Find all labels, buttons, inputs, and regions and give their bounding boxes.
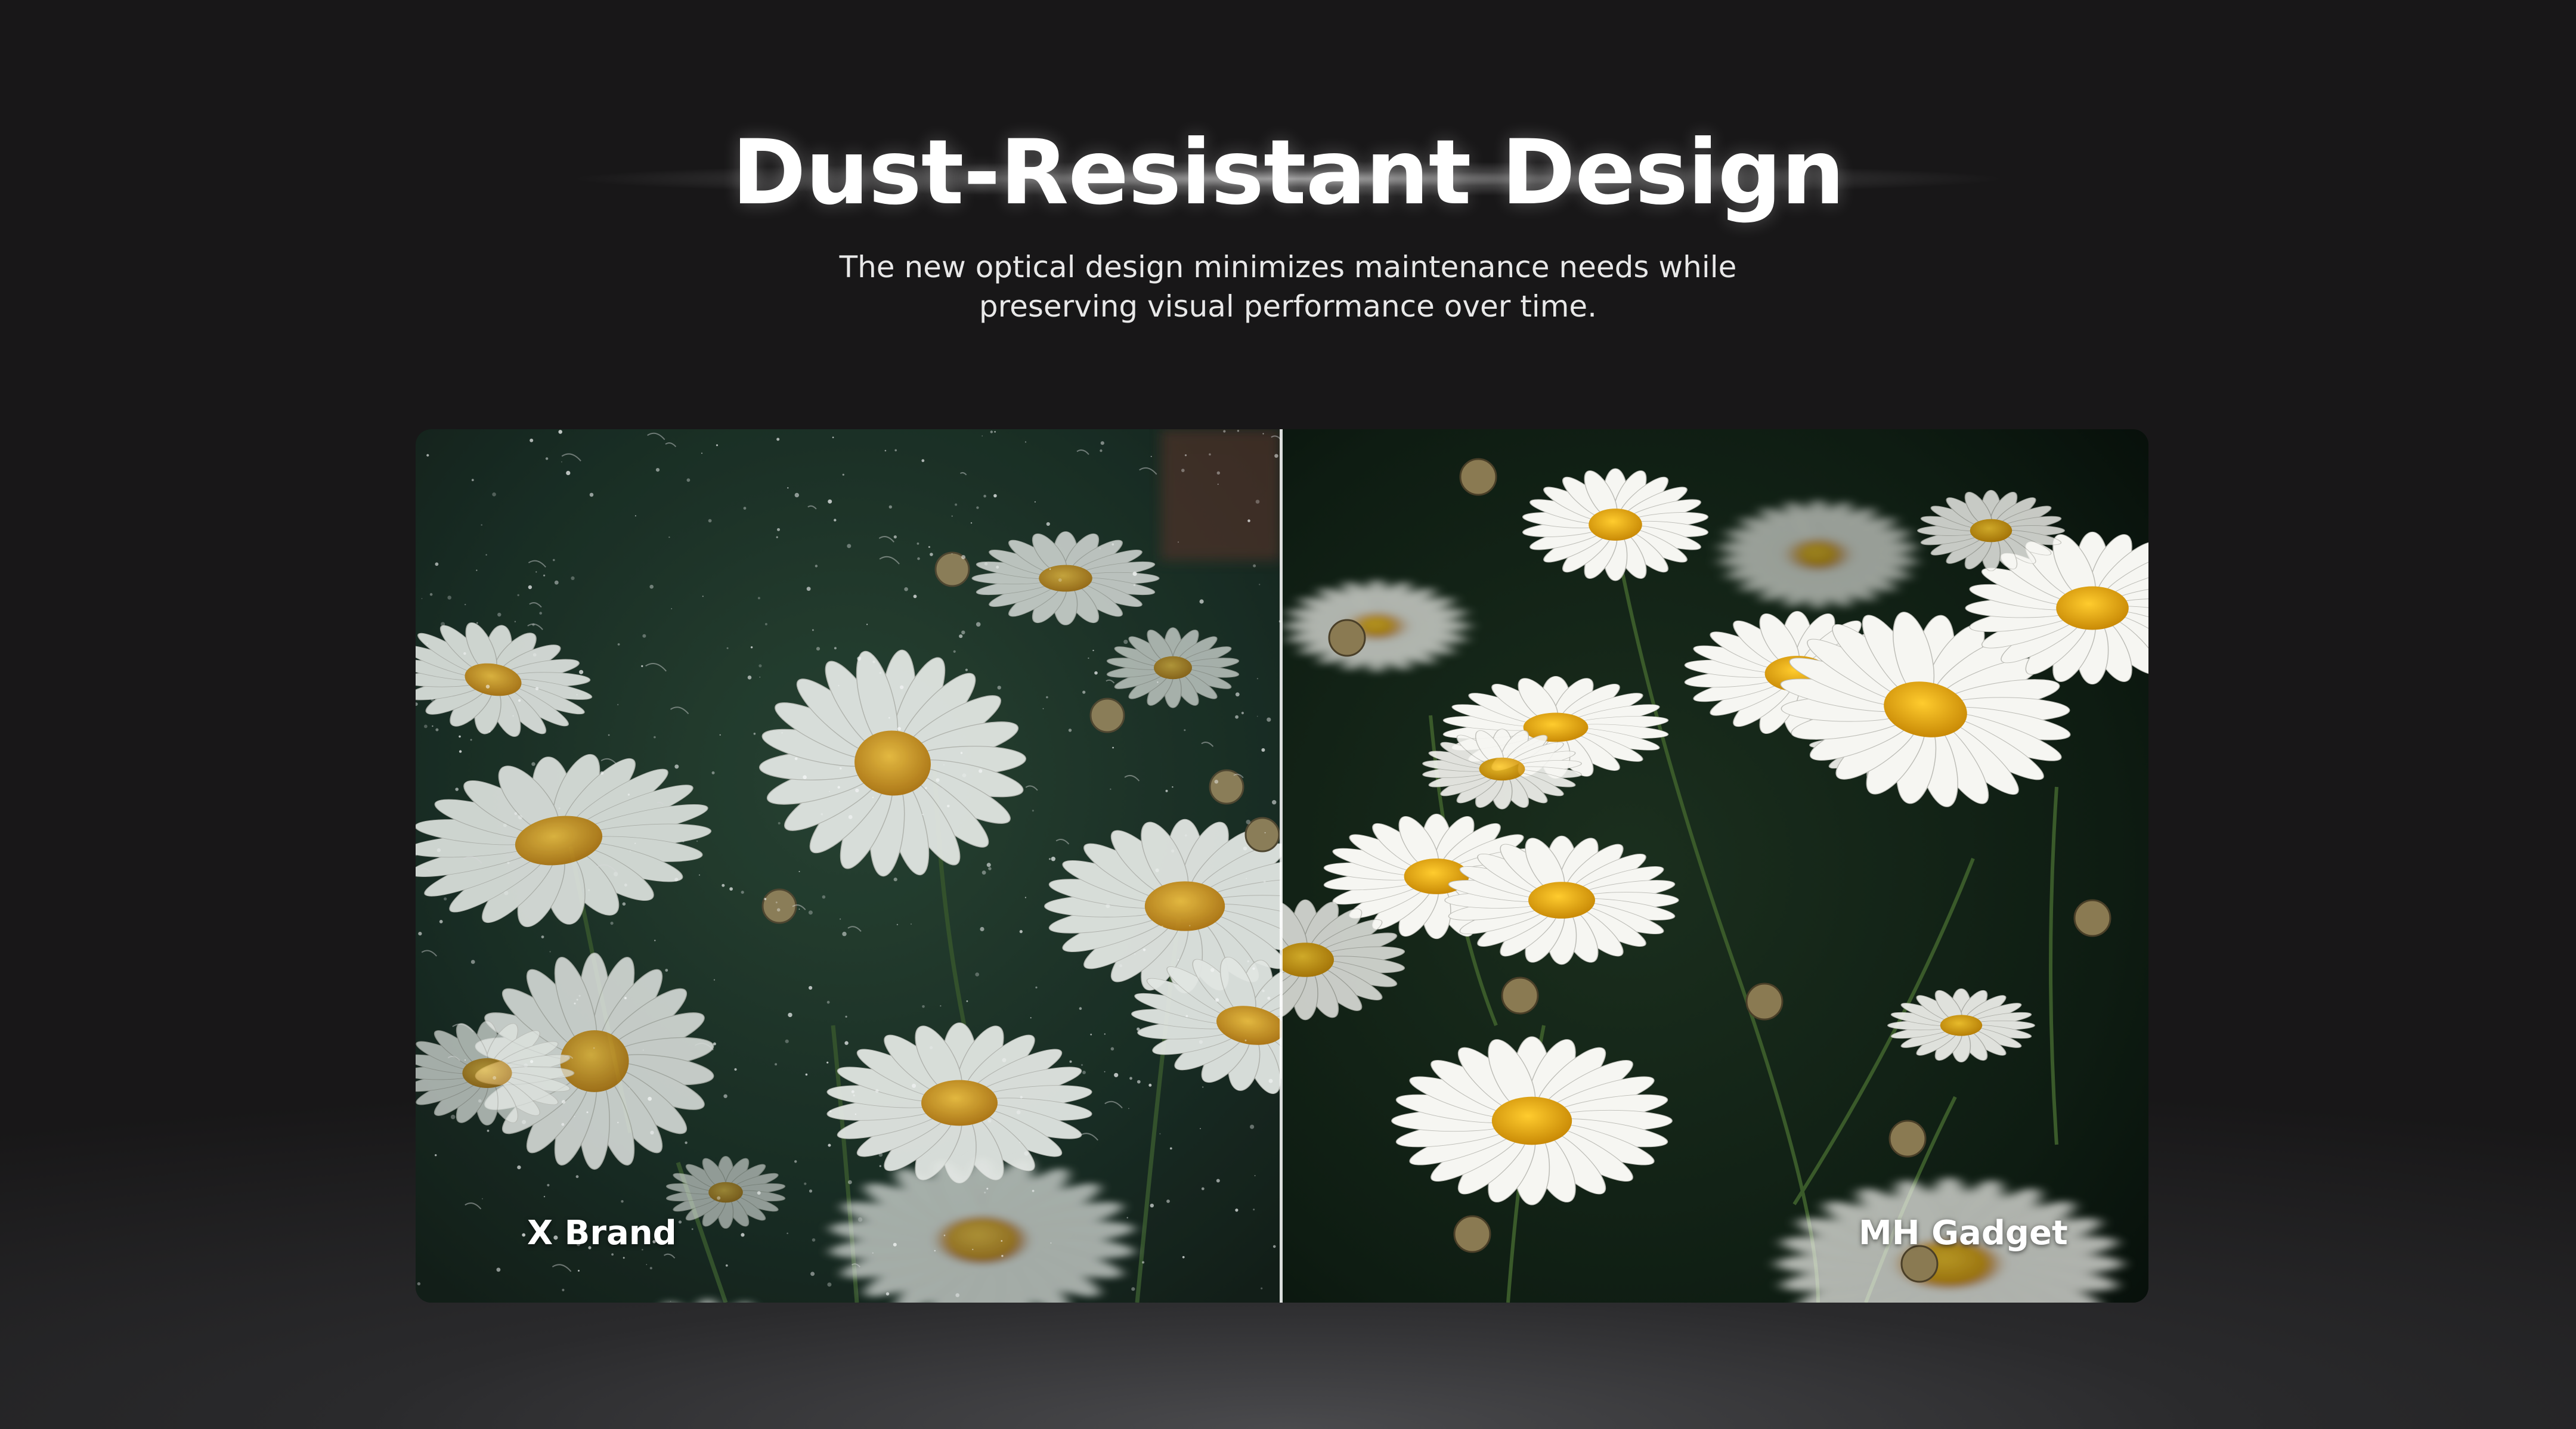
page-title: Dust-Resistant Design xyxy=(732,121,1845,225)
label-x-brand: X Brand xyxy=(527,1214,677,1253)
label-mh-gadget: MH Gadget xyxy=(1859,1214,2068,1253)
daisy-photo-clean xyxy=(1281,429,2148,1303)
page: Dust-Resistant Design The new optical de… xyxy=(0,0,2576,1429)
page-subtitle: The new optical design minimizes mainten… xyxy=(839,250,1737,324)
comparison-image-right xyxy=(1281,429,2148,1303)
daisy-photo-dusty xyxy=(416,429,1281,1303)
comparison-image-left xyxy=(416,429,1281,1303)
comparison-slider[interactable]: X Brand MH Gadget xyxy=(416,429,2148,1303)
comparison-divider-handle[interactable] xyxy=(1280,429,1283,1303)
